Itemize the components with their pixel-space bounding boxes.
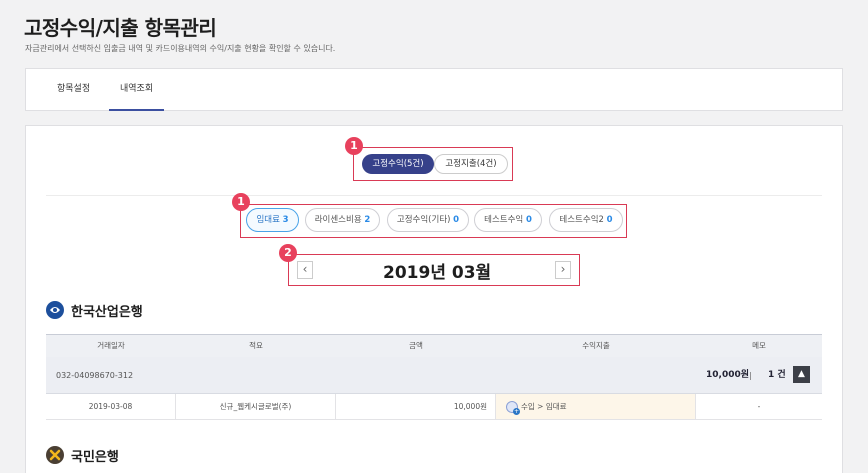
row-flow-label: 수입 > 임대료 xyxy=(521,402,567,411)
next-month-button[interactable]: › xyxy=(555,261,571,279)
bank-name: 국민은행 xyxy=(71,450,119,465)
category-name: 고정수익(기타) xyxy=(396,215,451,225)
col-summary: 적요 xyxy=(249,341,263,350)
category-chip-fixed-income-other[interactable]: 고정수익(기타) 0 xyxy=(387,208,469,232)
account-total: 10,000원 xyxy=(706,370,750,380)
col-flow: 수익지출 xyxy=(582,341,610,350)
row-flow[interactable]: 수입 > 임대료 xyxy=(496,394,696,419)
account-count: 1 건 xyxy=(768,370,786,380)
tab-item-settings[interactable]: 항목설정 xyxy=(57,69,90,110)
col-date: 거래일자 xyxy=(97,341,125,350)
category-count: 0 xyxy=(525,215,532,225)
col-memo: 메모 xyxy=(752,341,766,350)
chevron-right-icon: › xyxy=(560,262,566,276)
annotation-badge-1b: 1 xyxy=(232,193,250,211)
chevron-left-icon: ‹ xyxy=(302,262,308,276)
chevron-up-icon: ▲ xyxy=(798,369,805,379)
row-memo: - xyxy=(757,402,761,411)
divider xyxy=(46,195,822,196)
annotation-badge-2: 2 xyxy=(279,244,297,262)
income-add-icon xyxy=(506,401,520,415)
bank-name: 한국산업은행 xyxy=(71,305,143,320)
page-description: 자금관리에서 선택하신 입출금 내역 및 카드이용내역의 수익/지출 현황을 확… xyxy=(25,44,336,53)
kb-bank-logo xyxy=(46,446,64,464)
table-row[interactable]: 2019-03-08 신규_웹케시글로벌(주) 10,000원 수입 > 임대료… xyxy=(46,394,822,420)
category-count: 3 xyxy=(282,215,289,225)
kdb-bank-logo xyxy=(46,301,64,319)
category-name: 임대료 xyxy=(256,215,280,225)
page-title: 고정수익/지출 항목관리 xyxy=(24,16,217,40)
collapse-button[interactable]: ▲ xyxy=(793,366,810,383)
account-number: 032-04098670-312 xyxy=(56,371,134,380)
category-name: 테스트수익 xyxy=(484,215,524,225)
row-summary: 신규_웹케시글로벌(주) xyxy=(176,394,336,419)
category-chip-rent[interactable]: 임대료 3 xyxy=(246,208,299,232)
category-count: 0 xyxy=(606,215,613,225)
fixed-expense-toggle[interactable]: 고정지출(4건) xyxy=(434,154,508,174)
annotation-badge-1: 1 xyxy=(345,137,363,155)
category-count: 2 xyxy=(364,215,371,225)
category-chip-license[interactable]: 라이센스비용 2 xyxy=(305,208,380,232)
row-amount: 10,000원 xyxy=(336,394,496,419)
account-row[interactable]: 032-04098670-312 10,000원 | 1 건 ▲ xyxy=(46,357,822,394)
col-amount: 금액 xyxy=(409,341,423,350)
tab-history[interactable]: 내역조회 xyxy=(108,69,165,111)
category-name: 테스트수익2 xyxy=(559,215,604,225)
category-chip-test-income2[interactable]: 테스트수익2 0 xyxy=(549,208,623,232)
fixed-income-toggle[interactable]: 고정수익(5건) xyxy=(362,154,434,174)
month-label: 2019년 03월 xyxy=(383,263,492,283)
row-date: 2019-03-08 xyxy=(46,394,176,419)
tab-bar: 항목설정 내역조회 xyxy=(25,68,843,111)
category-name: 라이센스비용 xyxy=(314,215,362,225)
table-header: 거래일자 적요 금액 수익지출 메모 xyxy=(46,334,822,357)
category-count: 0 xyxy=(453,215,460,225)
prev-month-button[interactable]: ‹ xyxy=(297,261,313,279)
category-chip-test-income[interactable]: 테스트수익 0 xyxy=(474,208,542,232)
separator: | xyxy=(749,371,752,380)
